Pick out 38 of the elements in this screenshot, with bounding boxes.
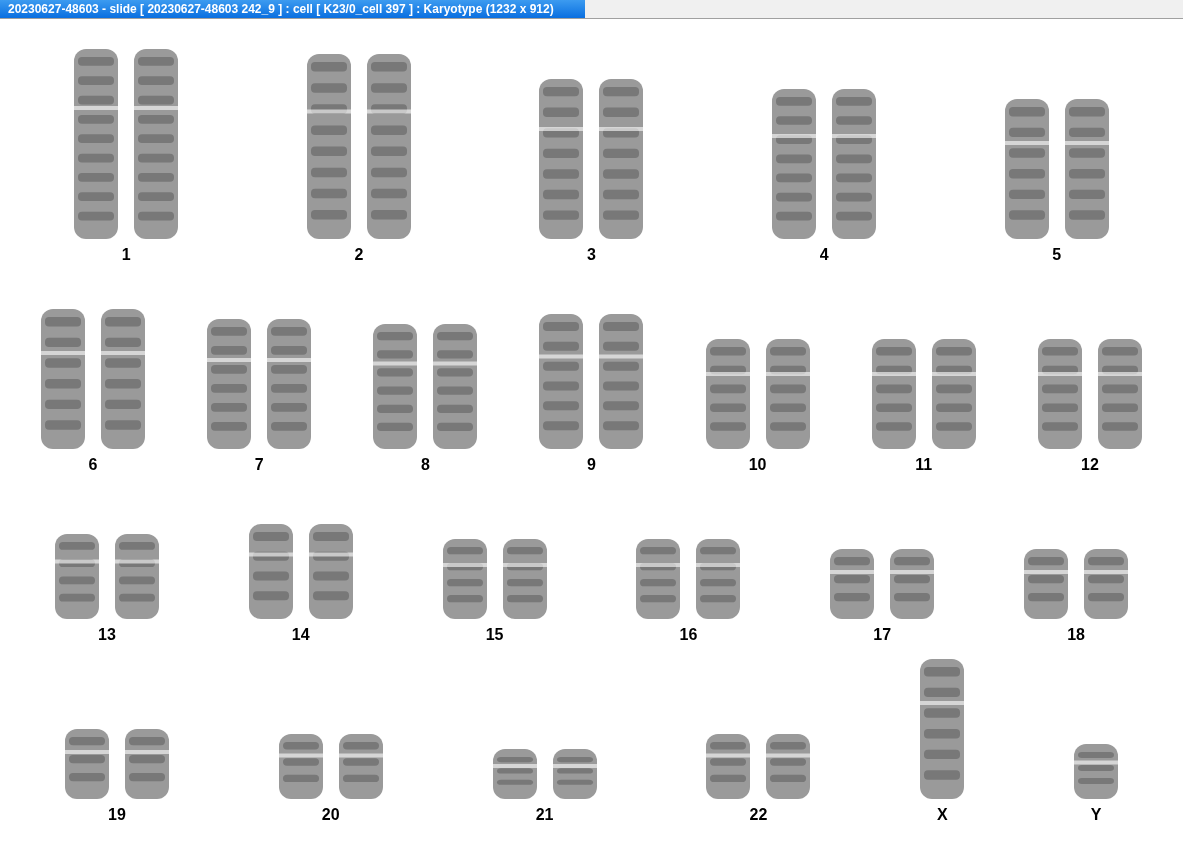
chromosome-label: 15	[485, 625, 504, 645]
chromosome-drawing	[550, 749, 599, 799]
chromosome-drawing	[336, 734, 385, 799]
chromosome-label: 9	[587, 455, 596, 475]
window-title: 20230627-48603 - slide [ 20230627-48603 242_9 ] : cell [ K23/0_cell 397 ] : Karyotype (1232 x 912)	[0, 0, 585, 18]
chromosome-drawing	[62, 729, 111, 799]
chromosome-label: 20	[321, 805, 340, 825]
chromosome-drawing	[122, 729, 171, 799]
chromosome-drawing	[764, 734, 813, 799]
chromosome-label: 18	[1067, 625, 1085, 645]
chromosome-label: 2	[354, 245, 364, 265]
chromosome-label: 17	[873, 625, 892, 645]
chromosome-label: 1	[121, 245, 131, 265]
chromosome-drawing	[828, 549, 877, 619]
chromosome-drawing	[1072, 744, 1121, 799]
chromosome-label: 19	[108, 805, 126, 825]
chromosome-label: 21	[535, 805, 554, 825]
chromosome-label: 13	[98, 625, 116, 645]
chromosome-label: 11	[915, 455, 933, 475]
chromosome-label: 14	[291, 625, 310, 645]
chromosome-drawing	[490, 749, 539, 799]
chromosome-drawing	[888, 549, 937, 619]
chromosome-label: X	[936, 805, 948, 825]
chromosome-label: 12	[1081, 455, 1099, 475]
chromosome-label: 7	[254, 455, 264, 475]
chromosome-drawing	[276, 734, 325, 799]
chromosome-drawing	[1022, 549, 1071, 619]
chromosome-label: 3	[587, 245, 596, 265]
chromosome-label: 4	[819, 245, 829, 265]
chromosome-label: 22	[749, 805, 768, 825]
chromosome-label: 16	[679, 625, 698, 645]
chromosome-label: 5	[1052, 245, 1062, 265]
chromosome-label: Y	[1090, 805, 1102, 825]
chromosome-label: 8	[420, 455, 430, 475]
chromosome-label: 10	[748, 455, 767, 475]
chromosome-drawing	[1082, 549, 1131, 619]
chromosome-drawing	[704, 734, 753, 799]
chromosome-label: 6	[88, 455, 98, 475]
